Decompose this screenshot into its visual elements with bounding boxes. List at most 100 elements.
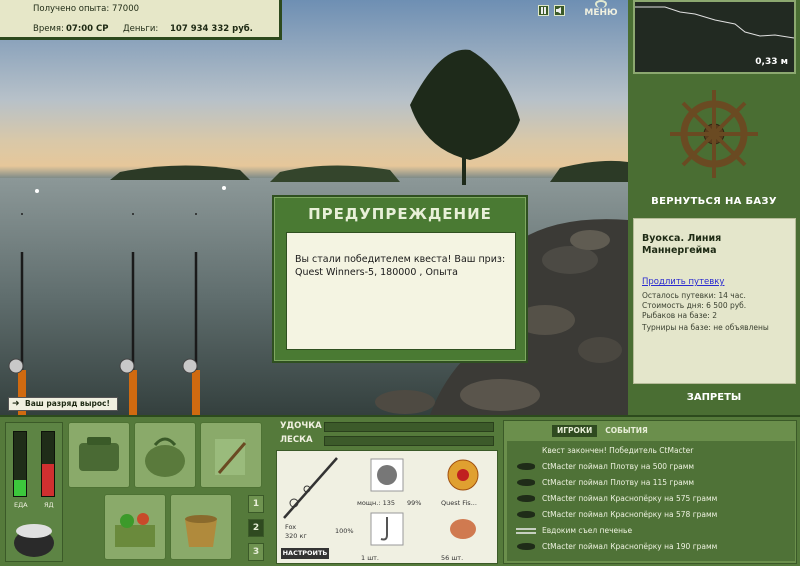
money-label: Деньги: <box>123 24 159 34</box>
dialog-body: Вы стали победителем квеста! Ваш приз: Q… <box>286 232 516 350</box>
log-tabs: ИГРОКИ СОБЫТИЯ <box>552 425 653 437</box>
log-row: Квест закончен! Победитель CtMacter <box>507 443 795 458</box>
log-body: Квест закончен! Победитель CtMacter CtMa… <box>507 441 795 561</box>
inventory-grid <box>68 422 268 562</box>
tournaments-info: Турниры на базе: не объявлены <box>642 323 769 332</box>
back-to-base-button[interactable]: ВЕРНУТЬСЯ НА БАЗУ <box>628 196 800 212</box>
dialog-title: ПРЕДУПРЕЖДЕНИЕ <box>308 205 492 223</box>
rod-bar <box>324 422 494 432</box>
line-status: ЛЕСКА <box>276 435 496 447</box>
tackle-panel: Fox 320 кг 100% НАСТРОИТЬ мощн.: 135 99%… <box>276 450 498 564</box>
food-label: ЕДА <box>14 501 28 509</box>
poison-meter <box>41 431 55 497</box>
bait-icon[interactable] <box>445 511 481 547</box>
line-bar <box>324 436 494 446</box>
poison-meter-fill <box>42 464 54 496</box>
log-row: CtMacter поймал Плотву на 500 грамм <box>507 459 795 474</box>
location-card: Вуокса. Линия Маннергейма Продлить путев… <box>633 218 796 384</box>
cutlery-icon <box>516 528 536 534</box>
tab-events[interactable]: СОБЫТИЯ <box>600 425 653 437</box>
status-meters: ЕДА ЯД <box>5 422 63 562</box>
log-text: CtMacter поймал Краснопёрку на 190 грамм <box>542 542 718 551</box>
log-row: CtMacter поймал Краснопёрку на 575 грамм <box>507 491 795 506</box>
log-text: CtMacter поймал Краснопёрку на 575 грамм <box>542 494 718 503</box>
fish-icon <box>517 463 535 470</box>
page-button-3[interactable]: 3 <box>248 543 264 561</box>
bag-icon <box>145 437 185 477</box>
extend-permit-link[interactable]: Продлить путевку <box>642 277 724 287</box>
reel-icon[interactable] <box>369 457 405 493</box>
fish-icon <box>517 495 535 502</box>
fish-icon <box>517 543 535 550</box>
event-log: ИГРОКИ СОБЫТИЯ Квест закончен! Победител… <box>503 420 797 564</box>
helm-icon <box>595 0 607 8</box>
basket-icon <box>115 513 155 547</box>
log-row: CtMacter поймал Краснопёрку на 578 грамм <box>507 507 795 522</box>
log-row: CtMacter поймал Краснопёрку на 190 грамм <box>507 539 795 554</box>
money-value: 107 934 332 руб. <box>170 24 253 34</box>
cauldron-icon[interactable] <box>6 513 62 563</box>
time-label: Время: <box>33 24 64 34</box>
rank-up-badge: ➜ Ваш разряд вырос! <box>8 397 118 411</box>
food-meter <box>13 431 27 497</box>
bait-count: 56 шт. <box>441 554 464 562</box>
helm-icon <box>670 90 758 178</box>
fishers-count: Рыбаков на базе: 2 <box>642 311 717 320</box>
line-label: ЛЕСКА <box>280 435 313 445</box>
rank-up-text: Ваш разряд вырос! <box>25 399 110 408</box>
poison-label: ЯД <box>44 501 54 509</box>
rod-percent: 100% <box>335 527 354 535</box>
bucket-icon <box>185 515 217 547</box>
hook-count: 1 шт. <box>361 554 380 562</box>
bans-button[interactable]: ЗАПРЕТЫ <box>628 392 800 408</box>
permit-hours: Осталось путевки: 14 час. <box>642 291 746 300</box>
rod-icon[interactable] <box>279 453 341 523</box>
exp-value: 77000 <box>111 4 140 14</box>
sound-icon[interactable] <box>554 5 565 16</box>
dialog-message: Вы стали победителем квеста! Ваш приз: <box>295 254 506 265</box>
status-panel: Получено опыта: 77000 Время: 07:00 СР Де… <box>0 0 282 40</box>
pause-icon[interactable] <box>538 5 549 16</box>
time-value: 07:00 СР <box>66 24 109 34</box>
hook-icon[interactable] <box>369 511 405 547</box>
tune-button[interactable]: НАСТРОИТЬ <box>281 548 329 559</box>
arrow-icon: ➜ <box>12 399 20 409</box>
tackle-box-icon <box>79 437 119 471</box>
dialog-prize: Quest Winners-5, 180000 , Опыта <box>295 267 458 278</box>
log-text: CtMacter поймал Краснопёрку на 578 грамм <box>542 510 718 519</box>
log-text: Евдоким съел печенье <box>542 526 633 535</box>
day-cost: Стоимость дня: 6 500 руб. <box>642 301 747 310</box>
menu-button[interactable]: МЕНЮ <box>580 0 622 22</box>
helm-wheel <box>633 84 796 184</box>
page-button-1[interactable]: 1 <box>248 495 264 513</box>
line-spool-icon[interactable] <box>445 457 481 493</box>
exp-label: Получено опыта: <box>33 4 110 14</box>
depth-value: 0,33 м <box>755 57 788 67</box>
bucket-slot[interactable] <box>170 494 232 560</box>
top-controls: МЕНЮ <box>530 0 628 22</box>
warning-dialog[interactable]: ПРЕДУПРЕЖДЕНИЕ Вы стали победителем квес… <box>272 195 528 363</box>
rod-weight: 320 кг <box>285 532 307 540</box>
notes-icon <box>215 439 247 475</box>
log-row: Евдоким съел печенье <box>507 523 795 538</box>
log-text: Квест закончен! Победитель CtMacter <box>542 446 694 455</box>
log-row: CtMacter поймал Плотву на 115 грамм <box>507 475 795 490</box>
log-text: CtMacter поймал Плотву на 500 грамм <box>542 462 695 471</box>
notes-slot[interactable] <box>200 422 262 488</box>
page-button-2[interactable]: 2 <box>248 519 264 537</box>
location-title: Вуокса. Линия Маннергейма <box>642 233 722 256</box>
rod-name: Fox <box>285 523 297 531</box>
depth-graph: 0,33 м <box>633 0 796 74</box>
right-panel: 0,33 м ВЕРНУТЬСЯ НА БАЗУ Вуокса. Линия М… <box>628 0 800 415</box>
tackle-box-slot[interactable] <box>68 422 130 488</box>
rod-status: УДОЧКА <box>276 421 496 433</box>
fish-icon <box>517 511 535 518</box>
fish-icon <box>517 479 535 486</box>
food-meter-fill <box>14 480 26 496</box>
line-name: Quest Fis... <box>441 499 477 507</box>
bottom-bar: ЕДА ЯД 1 2 3 УДОЧКА ЛЕСКА Fox 320 кг 100… <box>0 415 800 566</box>
log-text: CtMacter поймал Плотву на 115 грамм <box>542 478 695 487</box>
tab-players[interactable]: ИГРОКИ <box>552 425 598 437</box>
bag-slot[interactable] <box>134 422 196 488</box>
food-basket-slot[interactable] <box>104 494 166 560</box>
